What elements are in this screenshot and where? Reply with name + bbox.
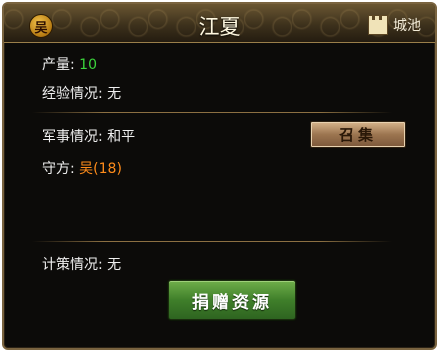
military-row: 军事情况: 和平 bbox=[42, 126, 135, 146]
output-label: 产量: bbox=[42, 57, 75, 73]
strategy-row: 计策情况: 无 bbox=[42, 254, 121, 274]
donate-resources-button[interactable]: 捐赠资源 bbox=[168, 280, 296, 320]
divider-top bbox=[32, 112, 392, 113]
experience-row: 经验情况: 无 bbox=[42, 83, 121, 103]
city-button-label: 城池 bbox=[393, 18, 421, 34]
castle-icon bbox=[368, 15, 388, 35]
experience-label: 经验情况: bbox=[42, 86, 103, 102]
experience-value: 无 bbox=[107, 86, 122, 102]
city-button[interactable]: 城池 bbox=[368, 15, 421, 35]
output-row: 产量: 10 bbox=[42, 54, 97, 74]
military-value: 和平 bbox=[107, 129, 136, 145]
divider-bottom bbox=[32, 241, 392, 242]
military-label: 军事情况: bbox=[42, 129, 103, 145]
defender-value: 吴(18) bbox=[79, 161, 122, 177]
panel-header: 吴 江夏 城池 bbox=[4, 4, 435, 43]
strategy-value: 无 bbox=[107, 257, 122, 273]
defender-row: 守方: 吴(18) bbox=[42, 158, 122, 178]
strategy-label: 计策情况: bbox=[42, 257, 103, 273]
city-info-panel: 吴 江夏 城池 产量: 10 经验情况: 无 军事情况: 和平 召集 守方: 吴… bbox=[2, 2, 437, 350]
output-value: 10 bbox=[79, 57, 97, 73]
defender-label: 守方: bbox=[42, 161, 75, 177]
summon-button[interactable]: 召集 bbox=[310, 121, 406, 148]
